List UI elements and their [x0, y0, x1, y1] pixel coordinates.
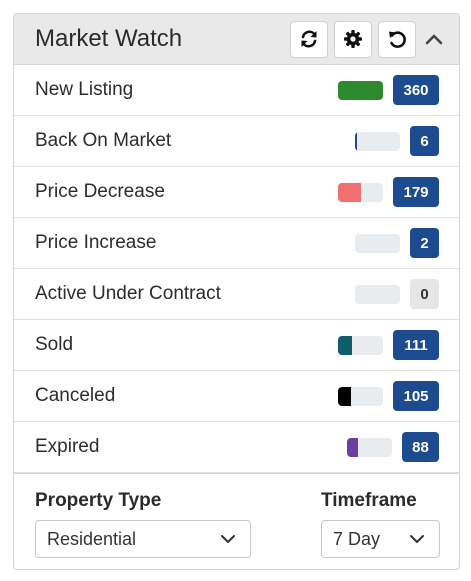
status-row[interactable]: Price Decrease 179	[14, 167, 459, 218]
chevron-down-icon	[410, 535, 424, 543]
status-label: Active Under Contract	[35, 283, 221, 304]
status-row[interactable]: New Listing 360	[14, 65, 459, 116]
property-type-label: Property Type	[35, 490, 162, 511]
status-row[interactable]: Active Under Contract 0	[14, 269, 459, 320]
progress-bar	[338, 387, 383, 406]
status-label: Back On Market	[35, 130, 172, 151]
count-badge: 88	[402, 432, 439, 462]
progress-fill	[347, 438, 358, 457]
progress-bar	[355, 285, 400, 304]
progress-fill	[355, 132, 357, 151]
count-badge: 360	[393, 75, 439, 105]
progress-bar	[347, 438, 392, 457]
progress-fill	[338, 387, 351, 406]
count-badge: 179	[393, 177, 439, 207]
property-type-value: Residential	[47, 528, 137, 549]
progress-fill	[338, 183, 361, 202]
chevron-up-icon	[425, 34, 443, 45]
reset-button[interactable]	[378, 20, 416, 58]
undo-icon	[389, 31, 406, 48]
status-list: New Listing 360 Back On Market 6 Price Decre…	[14, 65, 459, 473]
progress-bar	[355, 132, 400, 151]
status-label: Canceled	[35, 385, 116, 406]
status-row[interactable]: Canceled 105	[14, 371, 459, 422]
market-watch-panel: Market Watch New Listing 360 Back On Mar…	[13, 13, 460, 570]
status-label: New Listing	[35, 79, 134, 100]
status-row[interactable]: Expired 88	[14, 422, 459, 473]
settings-button[interactable]	[334, 20, 372, 58]
filter-section: Property Type Residential Timeframe 7 Da…	[14, 473, 459, 558]
count-badge: 6	[410, 126, 439, 156]
timeframe-select[interactable]: 7 Day	[321, 520, 440, 558]
timeframe-label: Timeframe	[321, 490, 417, 511]
collapse-button[interactable]	[420, 21, 448, 58]
gear-icon	[344, 30, 362, 48]
progress-bar	[338, 183, 383, 202]
progress-fill	[338, 81, 383, 100]
chevron-down-icon	[221, 535, 235, 543]
refresh-button[interactable]	[290, 20, 328, 58]
status-label: Price Increase	[35, 232, 157, 253]
status-label: Sold	[35, 334, 74, 355]
progress-fill	[338, 336, 352, 355]
count-badge: 2	[410, 228, 439, 258]
property-type-select[interactable]: Residential	[35, 520, 251, 558]
count-badge: 111	[393, 330, 439, 360]
timeframe-value: 7 Day	[333, 528, 381, 549]
count-badge: 105	[393, 381, 439, 411]
progress-bar	[355, 234, 400, 253]
panel-title: Market Watch	[35, 25, 183, 52]
status-row[interactable]: Sold 111	[14, 320, 459, 371]
progress-bar	[338, 336, 383, 355]
status-row[interactable]: Price Increase 2	[14, 218, 459, 269]
status-label: Expired	[35, 436, 100, 457]
refresh-icon	[301, 30, 317, 48]
status-label: Price Decrease	[35, 181, 165, 202]
count-badge: 0	[410, 279, 439, 309]
progress-bar	[338, 81, 383, 100]
status-row[interactable]: Back On Market 6	[14, 116, 459, 167]
panel-header: Market Watch	[14, 14, 459, 65]
